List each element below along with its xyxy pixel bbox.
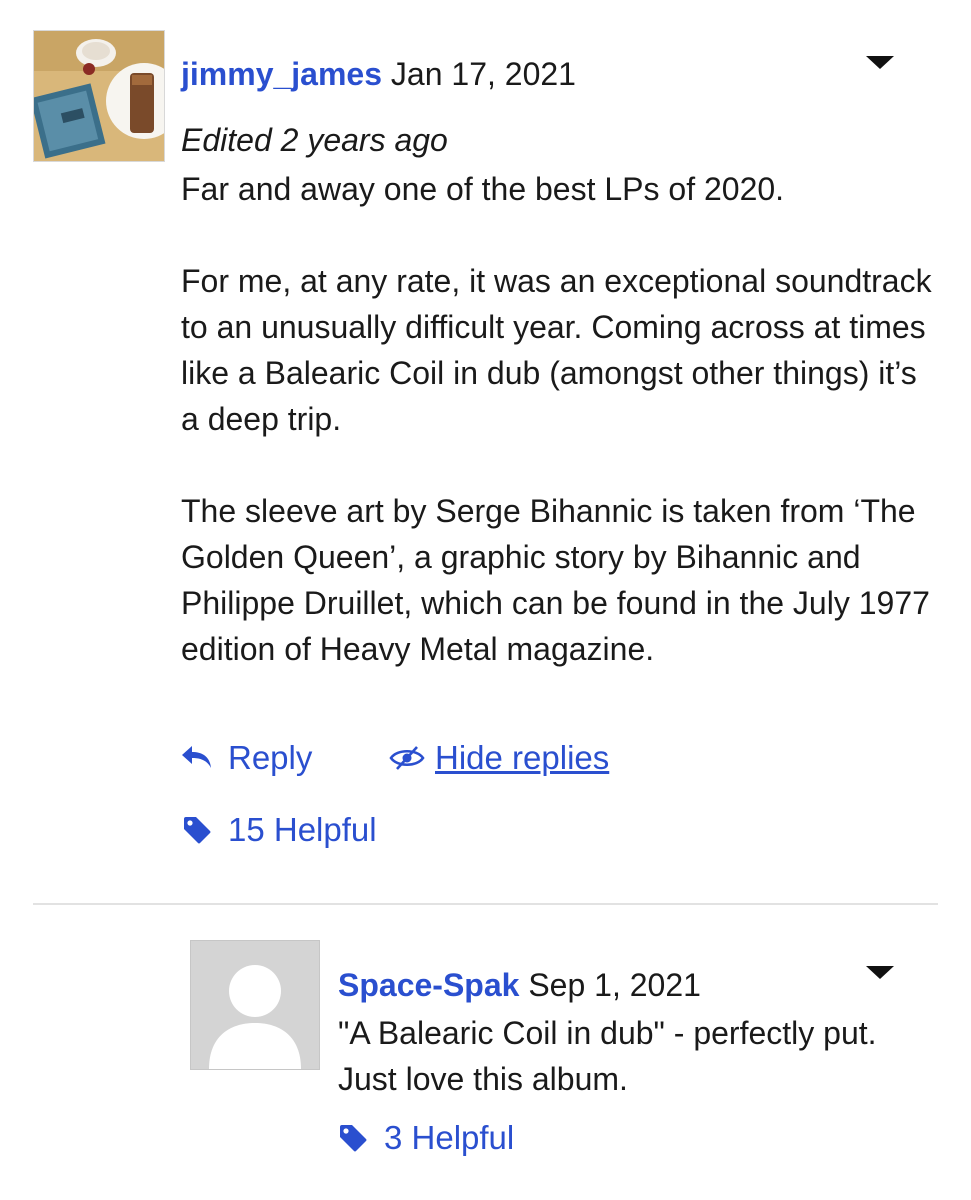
review-menu-caret-down-icon[interactable] [866,56,894,69]
review-date: Jan 17, 2021 [390,56,576,92]
reply-helpful-button[interactable]: 3 Helpful [338,1118,514,1158]
avatar-photo-image [34,31,164,161]
review-username[interactable]: jimmy_james [181,56,382,92]
reply-label: Reply [228,739,313,776]
tag-icon [184,817,211,844]
reply-date: Sep 1, 2021 [528,967,701,1003]
reply-arrow-icon [182,746,211,768]
hide-replies-label: Hide replies [435,739,610,776]
eye-slash-icon [389,746,425,770]
helpful-count-label: 15 Helpful [228,811,377,848]
reply-body: "A Balearic Coil in dub" - perfectly put… [338,1015,877,1097]
reply-header: Space-Spak Sep 1, 2021 [338,963,701,1007]
reply-menu-caret-down-icon[interactable] [866,966,894,979]
default-user-icon [209,965,301,1069]
divider [33,903,938,905]
reply-button[interactable]: Reply [180,738,312,778]
helpful-button[interactable]: 15 Helpful [182,810,377,850]
review-header: jimmy_james Jan 17, 2021 [181,52,576,96]
edited-note: Edited 2 years ago [181,122,448,158]
user-avatar[interactable] [33,30,165,162]
reply-username[interactable]: Space-Spak [338,967,519,1003]
reply-user-avatar[interactable] [190,940,320,1070]
reply-helpful-count-label: 3 Helpful [384,1119,515,1156]
hide-replies-button[interactable]: Hide replies [389,738,609,778]
review-body: Far and away one of the best LPs of 2020… [181,171,932,667]
tag-icon [340,1125,367,1152]
